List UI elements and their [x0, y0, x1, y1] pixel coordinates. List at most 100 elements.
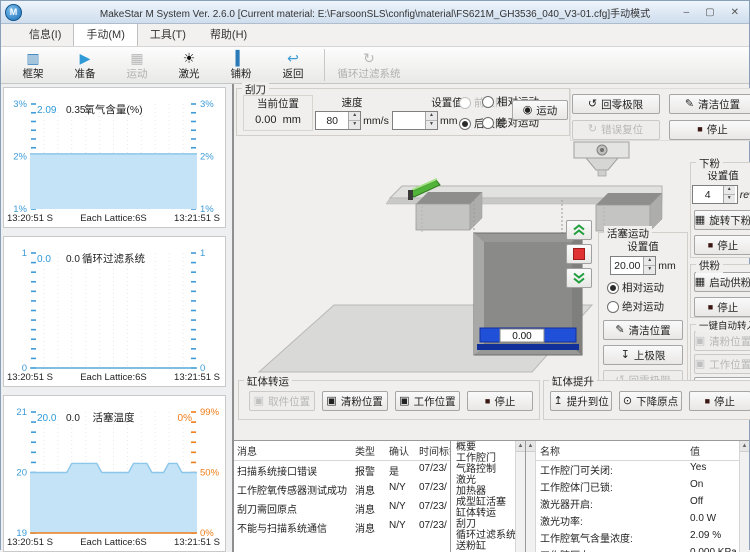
lift-to-position-button[interactable]: ↥提升到位: [550, 391, 612, 411]
status-cell: 工作腔门可关闭:: [536, 461, 686, 478]
laser-button[interactable]: ☀激光: [163, 47, 215, 83]
close-button[interactable]: ✕: [731, 7, 739, 18]
pos-icon: ▣: [326, 396, 336, 407]
scroll-up-icon[interactable]: ▲: [526, 441, 535, 452]
spinner-up-icon[interactable]: ▲: [426, 112, 437, 121]
rotate-down-powder-button[interactable]: ▦旋转下粉: [694, 210, 750, 230]
svg-text:20.0: 20.0: [37, 413, 57, 424]
message-cell: 07/23/: [416, 518, 450, 537]
clean-powder-position-button: ▣清粉位置: [694, 331, 750, 351]
button-label: 清粉位置: [709, 334, 750, 349]
platform-position-value: 0.00: [512, 331, 532, 342]
powder-down-spinner[interactable]: 4▲▼: [692, 185, 738, 204]
current-position-value: 0.00: [255, 114, 276, 126]
uplimit-icon: ↧: [621, 350, 630, 361]
scroll-up-icon[interactable]: ▲: [516, 441, 525, 452]
bottom-panels: 消息类型确认时间标签扫描系统接口错误报警是07/23/工作腔氧传感器测试成功消息…: [234, 440, 749, 552]
current-position-unit: mm: [283, 114, 301, 126]
move-button[interactable]: ◉运动: [512, 100, 568, 120]
message-cell: 消息: [352, 518, 386, 537]
message-cell: 消息: [352, 480, 386, 499]
menu-help[interactable]: 帮助(H): [198, 23, 259, 46]
spinner-down-icon[interactable]: ▼: [724, 195, 735, 203]
stop-button[interactable]: ■停止: [669, 120, 750, 140]
spinner-up-icon[interactable]: ▲: [349, 112, 360, 121]
button-label: 下降原点: [636, 394, 678, 409]
speed-unit: mm/s: [363, 115, 389, 127]
chart-svg: 3%2%1%3%2%1%2.090.35氧气含量(%)13:20:51 SEac…: [4, 88, 223, 224]
message-cell: 工作腔氧传感器测试成功: [234, 480, 352, 499]
piston-setpoint-spinner[interactable]: 20.00▲▼: [610, 256, 656, 275]
piston-group-label: 活塞运动: [604, 226, 652, 241]
spinner-up-icon[interactable]: ▲: [724, 186, 735, 195]
tree-scrollbar[interactable]: ▲: [515, 441, 525, 552]
spread-powder-button[interactable]: ▍铺粉: [215, 47, 267, 83]
menu-manual[interactable]: 手动(M): [73, 22, 138, 46]
status-cell: Yes: [686, 461, 739, 478]
toolbar-button-label: 铺粉: [231, 66, 252, 81]
message-table: 消息类型确认时间标签扫描系统接口错误报警是07/23/工作腔氧传感器测试成功消息…: [234, 441, 451, 552]
menu-bar: 信息(I)手动(M)工具(T)帮助(H): [1, 24, 749, 47]
lower-to-origin-button[interactable]: ⊙下降原点: [619, 391, 681, 411]
status-scrollbar[interactable]: ▲: [739, 441, 749, 552]
toolbar-button-label: 激光: [179, 66, 200, 81]
menu-info[interactable]: 信息(I): [17, 23, 73, 46]
clean-powder-position-button[interactable]: ▣清粉位置: [322, 391, 388, 411]
toolbar-button-label: 返回: [283, 66, 304, 81]
maximize-button[interactable]: ▢: [705, 7, 714, 18]
stop-button[interactable]: ■停止: [694, 297, 750, 317]
spinner-up-icon[interactable]: ▲: [644, 257, 655, 266]
clean-icon: ✎: [685, 99, 694, 110]
jog-stop-button[interactable]: [566, 244, 592, 264]
red-stop-icon: [573, 248, 585, 260]
jog-down-button[interactable]: [566, 268, 592, 288]
svg-text:99%: 99%: [200, 407, 220, 418]
piston-setpoint-unit: mm: [658, 260, 676, 272]
piston-relative-radio[interactable]: 相对运动: [607, 280, 687, 295]
spinner-down-icon[interactable]: ▼: [426, 121, 437, 129]
minimize-button[interactable]: –: [684, 7, 690, 18]
status-cell: 工作腔体门已锁:: [536, 478, 686, 495]
motion-button: ▦运动: [111, 47, 163, 83]
work-position-button[interactable]: ▣工作位置: [395, 391, 461, 411]
pos-icon: ▣: [695, 359, 705, 370]
button-label: 启动供粉: [709, 275, 750, 290]
prepare-button[interactable]: ▶准备: [59, 47, 111, 83]
grid-icon: ▦: [695, 215, 705, 226]
powder-down-unit: rev: [740, 189, 750, 201]
wheel-icon: ◉: [523, 105, 533, 116]
cylinder-transfer-label: 缸体转运: [244, 374, 292, 389]
svg-text:Each Lattice:6S: Each Lattice:6S: [80, 537, 147, 548]
piston-absolute-radio[interactable]: 绝对运动: [607, 299, 687, 314]
message-cell: 07/23/: [416, 461, 450, 480]
hopper-funnel: [586, 158, 618, 170]
start-supply-button[interactable]: ▦启动供粉: [694, 272, 750, 292]
frame-button[interactable]: ▥框架: [7, 47, 59, 83]
speed-label: 速度: [317, 95, 387, 110]
clean-position-button[interactable]: ✎清洁位置: [669, 94, 750, 114]
upper-limit-button[interactable]: ↧上极限: [603, 345, 683, 365]
speed-spinner[interactable]: 80▲▼: [315, 111, 361, 130]
clean-position-button[interactable]: ✎清洁位置: [603, 320, 683, 340]
home-limit-button[interactable]: ↺回零极限: [572, 94, 660, 114]
spinner-down-icon[interactable]: ▼: [644, 266, 655, 274]
button-label: 停止: [717, 300, 738, 315]
message-cell: 不能与扫描系统通信: [234, 518, 352, 537]
button-label: 工作位置: [414, 394, 456, 409]
toolbar-button-label: 准备: [75, 66, 96, 81]
stop-button[interactable]: ■停止: [689, 391, 750, 411]
stop-button[interactable]: ■停止: [467, 391, 533, 411]
reset-icon: ↻: [588, 124, 597, 135]
spinner-down-icon[interactable]: ▼: [349, 121, 360, 129]
message-column-header: 确认: [386, 441, 416, 461]
stop-button[interactable]: ■停止: [694, 235, 750, 255]
status-left-scrollbar[interactable]: ▲: [526, 441, 536, 552]
menu-tools[interactable]: 工具(T): [138, 23, 198, 46]
setpoint-spinner[interactable]: ▲▼: [392, 111, 438, 130]
cylinder-transfer-group: 缸体转运 ▣取件位置▣清粉位置▣工作位置■停止: [238, 380, 540, 420]
return-button[interactable]: ↩返回: [267, 47, 319, 83]
jog-up-button[interactable]: [566, 220, 592, 240]
scroll-up-icon[interactable]: ▲: [740, 441, 749, 452]
message-cell: 刮刀需回原点: [234, 499, 352, 518]
clean-icon: ✎: [615, 325, 624, 336]
